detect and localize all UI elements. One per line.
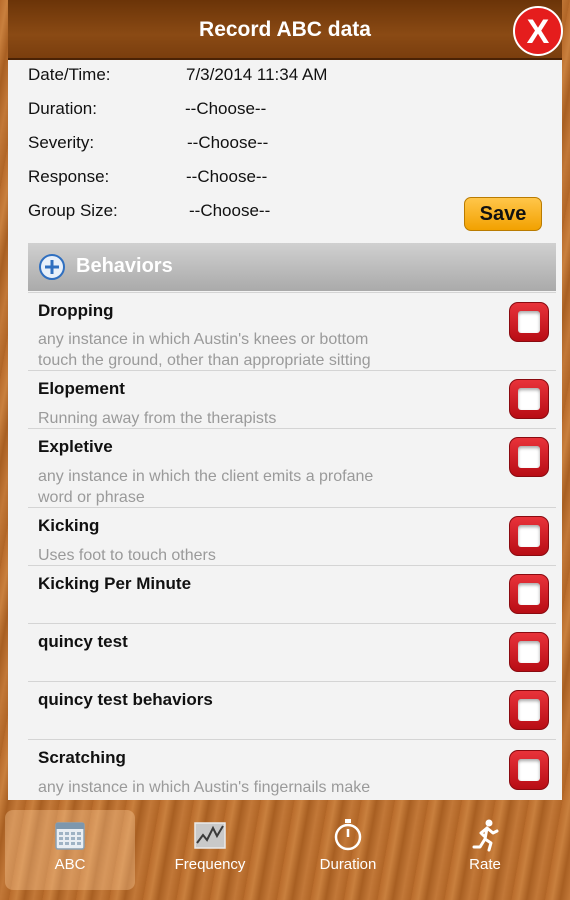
behavior-checkbox[interactable]: [509, 574, 549, 614]
behavior-name: quincy test behaviors: [38, 690, 213, 709]
datetime-value[interactable]: 7/3/2014 11:34 AM: [186, 65, 327, 85]
datetime-label: Date/Time:: [28, 65, 111, 84]
duration-label: Duration:: [28, 99, 97, 118]
behavior-description-line-1: Running away from the therapists: [38, 410, 277, 427]
tab-label: Frequency: [174, 856, 246, 873]
close-button[interactable]: X: [513, 6, 563, 56]
behavior-description-line-2: touch the ground, other than appropriate…: [38, 352, 371, 369]
behavior-description-line-1: any instance in which Austin's knees or …: [38, 331, 369, 348]
behavior-checkbox[interactable]: [509, 379, 549, 419]
behavior-name: Scratching: [38, 748, 126, 767]
record-abc-dialog: Record ABC data Date/Time: 7/3/2014 11:3…: [8, 0, 562, 800]
group-size-select[interactable]: --Choose--: [189, 201, 270, 221]
tab-label: Duration: [319, 856, 377, 873]
severity-select[interactable]: --Choose--: [187, 133, 268, 153]
behavior-row-kicking[interactable]: Kicking Uses foot to touch others: [28, 507, 556, 566]
tab-label: ABC: [54, 856, 86, 873]
behavior-row-kicking-per-minute[interactable]: Kicking Per Minute: [28, 565, 556, 624]
behavior-checkbox[interactable]: [509, 750, 549, 790]
behavior-row-scratching[interactable]: Scratching any instance in which Austin'…: [28, 739, 556, 800]
calendar-icon: [55, 822, 85, 850]
behavior-checkbox[interactable]: [509, 302, 549, 342]
tab-rate[interactable]: Rate: [420, 810, 550, 890]
tab-duration[interactable]: Duration: [283, 810, 413, 890]
behaviors-title: Behaviors: [76, 255, 173, 277]
behavior-name: Expletive: [38, 437, 113, 456]
response-select[interactable]: --Choose--: [186, 167, 267, 187]
behavior-name: Kicking Per Minute: [38, 574, 192, 593]
bottom-tab-bar: ABC Frequency Duration Rate: [0, 800, 570, 900]
behaviors-list: Dropping any instance in which Austin's …: [28, 292, 556, 800]
tab-abc[interactable]: ABC: [5, 810, 135, 890]
behavior-checkbox[interactable]: [509, 516, 549, 556]
chart-icon: [194, 822, 226, 849]
response-label: Response:: [28, 167, 110, 186]
behavior-name: Elopement: [38, 379, 125, 398]
severity-label: Severity:: [28, 133, 95, 152]
behavior-name: quincy test: [38, 632, 128, 651]
behavior-name: Kicking: [38, 516, 100, 535]
behavior-description-line-1: any instance in which Austin's fingernai…: [38, 779, 371, 796]
expand-plus-icon[interactable]: [38, 253, 66, 281]
behavior-checkbox[interactable]: [509, 632, 549, 672]
behavior-row-quincy-test[interactable]: quincy test: [28, 623, 556, 682]
behavior-name: Dropping: [38, 301, 114, 320]
runner-icon: [472, 819, 499, 852]
behavior-description-line-2: word or phrase: [38, 489, 145, 506]
behavior-description-line-1: Uses foot to touch others: [38, 547, 216, 564]
duration-select[interactable]: --Choose--: [185, 99, 266, 119]
tab-frequency[interactable]: Frequency: [145, 810, 275, 890]
behaviors-section-header[interactable]: Behaviors: [28, 243, 556, 291]
dialog-title: Record ABC data: [199, 18, 371, 41]
behavior-row-dropping[interactable]: Dropping any instance in which Austin's …: [28, 292, 556, 371]
behavior-checkbox[interactable]: [509, 437, 549, 477]
group-size-label: Group Size:: [28, 201, 118, 220]
behavior-row-expletive[interactable]: Expletive any instance in which the clie…: [28, 428, 556, 508]
behavior-description-line-1: any instance in which the client emits a…: [38, 468, 374, 485]
dialog-title-bar: Record ABC data: [8, 0, 562, 60]
tab-label: Rate: [469, 856, 501, 873]
behavior-row-quincy-test-behaviors[interactable]: quincy test behaviors: [28, 681, 556, 740]
save-button[interactable]: Save: [464, 197, 542, 231]
behavior-checkbox[interactable]: [509, 690, 549, 730]
stopwatch-icon: [334, 819, 362, 851]
behavior-row-elopement[interactable]: Elopement Running away from the therapis…: [28, 370, 556, 429]
